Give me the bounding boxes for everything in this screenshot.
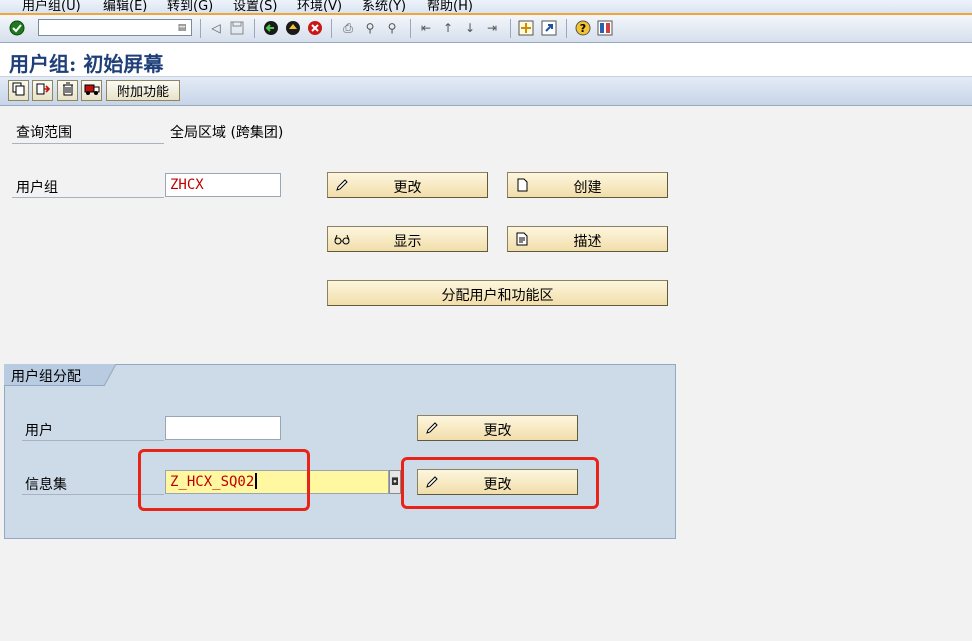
rename-icon — [36, 82, 50, 100]
transport-button[interactable] — [81, 80, 102, 101]
user-group-assignment-tab: 用户组分配 — [4, 364, 116, 386]
print-icon[interactable]: ⎙ — [340, 20, 356, 36]
new-session-icon[interactable] — [518, 20, 534, 36]
save-icon[interactable] — [229, 20, 245, 36]
toolbar-separator — [510, 19, 511, 38]
command-dropdown-icon[interactable]: ▤ — [176, 21, 188, 34]
menu-help[interactable]: 帮助(H) — [427, 0, 473, 13]
application-toolbar: 附加功能 — [0, 77, 972, 106]
extras-button[interactable]: 附加功能 — [106, 80, 180, 101]
menu-settings[interactable]: 设置(S) — [233, 0, 277, 13]
title-bar: 用户组: 初始屏幕 — [0, 43, 972, 77]
user-group-assignment-title: 用户组分配 — [11, 369, 81, 385]
toolbar-separator — [200, 19, 201, 38]
command-field[interactable] — [38, 19, 192, 36]
create-button-label: 创建 — [573, 180, 602, 196]
svg-text:?: ? — [580, 22, 586, 35]
display-button-label: 显示 — [393, 234, 422, 250]
user-label: 用户 — [25, 423, 53, 439]
first-page-icon[interactable]: ⇤ — [418, 20, 434, 36]
change-button-label: 更改 — [393, 180, 422, 196]
toolbar-separator — [254, 19, 255, 38]
change-user-button-label: 更改 — [483, 423, 512, 439]
scope-label: 查询范围 — [16, 125, 72, 141]
toolbar-separator — [410, 19, 411, 38]
scope-label-underline — [12, 143, 164, 144]
user-group-assignment-box — [4, 364, 676, 539]
change-user-button[interactable]: 更改 — [417, 415, 578, 441]
layout-icon[interactable] — [597, 20, 613, 36]
tab-corner — [104, 364, 116, 386]
page-title: 用户组: 初始屏幕 — [9, 52, 164, 76]
cancel-red-icon[interactable] — [307, 20, 323, 36]
copy-button[interactable] — [8, 80, 29, 101]
next-page-icon[interactable]: ↓ — [462, 20, 478, 36]
user-group-label: 用户组 — [16, 180, 58, 196]
describe-button-label: 描述 — [573, 234, 602, 250]
standard-toolbar: ▤ ◁ ⎙ ⚲ ⚲ ⇤ ↑ ↓ ⇥ ? — [0, 15, 972, 43]
change-button[interactable]: 更改 — [327, 172, 488, 198]
assign-button-label: 分配用户和功能区 — [441, 288, 554, 304]
toolbar-separator — [566, 19, 567, 38]
delete-button[interactable] — [57, 80, 78, 101]
last-page-icon[interactable]: ⇥ — [484, 20, 500, 36]
user-input[interactable] — [165, 416, 281, 440]
find-next-icon[interactable]: ⚲ — [384, 20, 400, 36]
describe-button[interactable]: 描述 — [507, 226, 668, 252]
menu-environment[interactable]: 环境(V) — [297, 0, 342, 13]
scope-value: 全局区域 (跨集团) — [170, 125, 284, 141]
find-icon[interactable]: ⚲ — [362, 20, 378, 36]
rename-button[interactable] — [32, 80, 53, 101]
user-group-label-underline — [12, 197, 164, 198]
back-green-icon[interactable] — [263, 20, 279, 36]
user-group-input[interactable]: ZHCX — [165, 173, 281, 197]
search-help-icon[interactable]: ◘ — [389, 470, 401, 494]
annotation-highlight-change-button — [401, 457, 599, 509]
previous-page-icon[interactable]: ↑ — [440, 20, 456, 36]
display-button[interactable]: 显示 — [327, 226, 488, 252]
menu-user-group[interactable]: 用户组(U) — [22, 0, 81, 13]
exit-yellow-icon[interactable] — [285, 20, 301, 36]
enter-check-icon[interactable] — [9, 20, 25, 36]
back-arrow-icon[interactable]: ◁ — [208, 20, 224, 36]
menu-system[interactable]: 系统(Y) — [362, 0, 406, 13]
assign-users-infoareas-button[interactable]: 分配用户和功能区 — [327, 280, 668, 306]
delete-icon — [61, 82, 75, 100]
annotation-highlight-infoset — [138, 449, 310, 511]
copy-icon — [12, 82, 26, 100]
shortcut-icon[interactable] — [541, 20, 557, 36]
menu-bar: 用户组(U) 编辑(E) 转到(G) 设置(S) 环境(V) 系统(Y) 帮助(… — [0, 0, 972, 15]
menu-edit[interactable]: 编辑(E) — [103, 0, 147, 13]
create-button[interactable]: 创建 — [507, 172, 668, 198]
toolbar-separator — [331, 19, 332, 38]
user-label-underline — [22, 440, 164, 441]
help-icon[interactable]: ? — [575, 20, 591, 36]
transport-icon — [84, 82, 100, 100]
menu-goto[interactable]: 转到(G) — [167, 0, 213, 13]
infoset-label: 信息集 — [25, 477, 67, 493]
